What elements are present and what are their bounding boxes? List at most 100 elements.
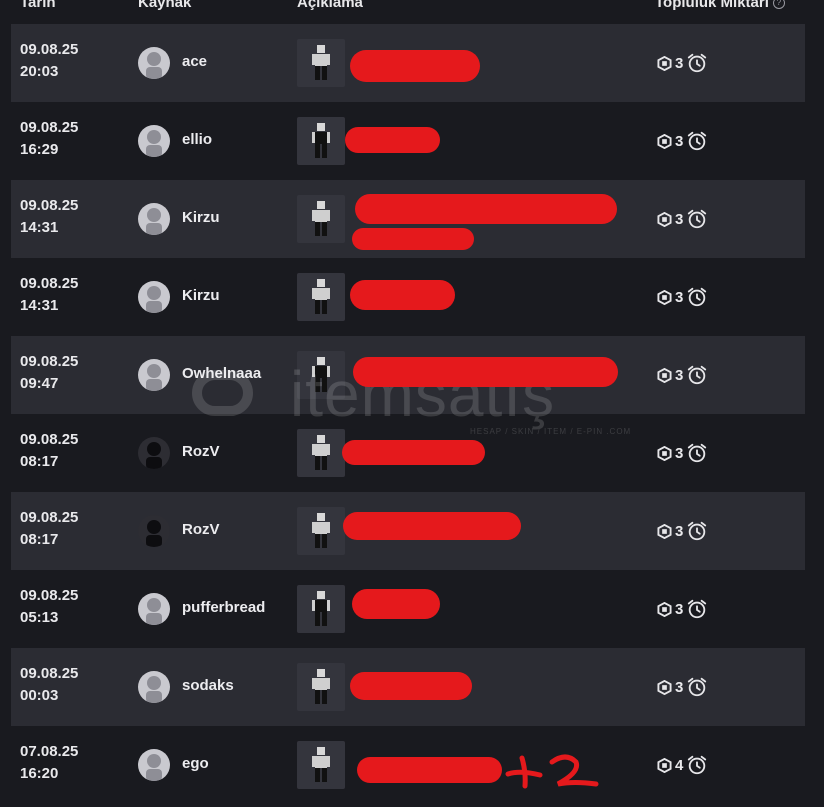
row-amount: 3 — [657, 129, 708, 153]
amount-value: 3 — [675, 366, 684, 384]
alarm-clock-icon — [688, 365, 707, 385]
amount-value: 3 — [675, 54, 684, 72]
redaction-mark — [345, 127, 440, 153]
alarm-clock-icon — [688, 287, 707, 307]
avatar-outfit-icon — [312, 669, 330, 704]
row-date-time: 16:29 — [20, 141, 59, 158]
amount-value: 3 — [675, 132, 684, 150]
row-date-day: 09.08.25 — [20, 119, 79, 136]
redaction-mark — [350, 280, 455, 310]
row-username[interactable]: RozV — [182, 443, 220, 460]
row-username[interactable]: ego — [182, 755, 209, 772]
row-amount: 3 — [657, 441, 708, 465]
avatar-outfit-icon — [312, 747, 330, 782]
row-amount: 3 — [657, 363, 708, 387]
row-username[interactable]: Owhelnaaa — [182, 365, 261, 382]
robux-icon — [657, 445, 672, 461]
row-date: 09.08.25 00:03 — [20, 663, 78, 707]
column-header-amount-label: Topluluk Miktarı — [655, 0, 769, 11]
user-avatar[interactable] — [138, 593, 170, 625]
row-date: 09.08.25 08:17 — [20, 507, 78, 551]
avatar-figure-icon — [146, 208, 162, 235]
row-date: 09.08.25 16:29 — [20, 117, 78, 161]
column-header-description: Açıklama — [297, 0, 363, 11]
robux-icon — [657, 133, 672, 149]
help-icon[interactable]: ? — [772, 0, 785, 9]
row-date-time: 16:20 — [20, 765, 59, 782]
row-date-time: 20:03 — [20, 63, 59, 80]
column-header-date: Tarih — [20, 0, 56, 11]
alarm-clock-icon — [688, 443, 707, 463]
user-avatar[interactable] — [138, 359, 170, 391]
user-avatar[interactable] — [138, 671, 170, 703]
robux-icon — [657, 289, 672, 305]
user-avatar[interactable] — [138, 515, 170, 547]
row-amount: 3 — [657, 675, 708, 699]
alarm-clock-icon — [688, 53, 707, 73]
redaction-mark — [357, 757, 502, 783]
redaction-mark — [355, 194, 617, 224]
user-avatar[interactable] — [138, 47, 170, 79]
row-date-time: 14:31 — [20, 297, 59, 314]
row-date-day: 09.08.25 — [20, 665, 79, 682]
avatar-figure-icon — [146, 286, 162, 313]
avatar-figure-icon — [146, 676, 162, 703]
alarm-clock-icon — [688, 755, 707, 775]
robux-icon — [657, 367, 672, 383]
row-date-time: 09:47 — [20, 375, 59, 392]
item-thumbnail[interactable] — [297, 585, 345, 633]
item-thumbnail[interactable] — [297, 117, 345, 165]
avatar-outfit-icon — [312, 513, 330, 548]
redaction-mark — [343, 512, 521, 540]
row-username[interactable]: Kirzu — [182, 287, 220, 304]
avatar-figure-icon — [146, 52, 162, 79]
avatar-outfit-icon — [312, 45, 330, 80]
item-thumbnail[interactable] — [297, 273, 345, 321]
row-username[interactable]: ellio — [182, 131, 212, 148]
amount-value: 3 — [675, 444, 684, 462]
row-username[interactable]: RozV — [182, 521, 220, 538]
row-date: 09.08.25 14:31 — [20, 273, 78, 317]
row-date-time: 00:03 — [20, 687, 59, 704]
user-avatar[interactable] — [138, 203, 170, 235]
item-thumbnail[interactable] — [297, 663, 345, 711]
user-avatar[interactable] — [138, 749, 170, 781]
avatar-figure-icon — [146, 364, 162, 391]
row-date-day: 09.08.25 — [20, 431, 79, 448]
item-thumbnail[interactable] — [297, 39, 345, 87]
item-thumbnail[interactable] — [297, 351, 345, 399]
alarm-clock-icon — [688, 677, 707, 697]
amount-value: 4 — [675, 756, 684, 774]
redaction-mark — [352, 589, 440, 619]
row-username[interactable]: Kirzu — [182, 209, 220, 226]
user-avatar[interactable] — [138, 437, 170, 469]
item-thumbnail[interactable] — [297, 429, 345, 477]
row-date-time: 05:13 — [20, 609, 59, 626]
item-thumbnail[interactable] — [297, 507, 345, 555]
item-thumbnail[interactable] — [297, 741, 345, 789]
row-date-time: 08:17 — [20, 531, 59, 548]
row-username[interactable]: ace — [182, 53, 207, 70]
robux-icon — [657, 757, 672, 773]
redaction-mark — [353, 357, 618, 387]
row-date-day: 07.08.25 — [20, 743, 79, 760]
user-avatar[interactable] — [138, 281, 170, 313]
row-date-day: 09.08.25 — [20, 41, 79, 58]
user-avatar[interactable] — [138, 125, 170, 157]
row-username[interactable]: pufferbread — [182, 599, 265, 616]
annotation-plus-two: +2 — [505, 754, 599, 789]
avatar-figure-icon — [146, 598, 162, 625]
row-date-time: 08:17 — [20, 453, 59, 470]
row-date: 09.08.25 20:03 — [20, 39, 78, 83]
row-amount: 3 — [657, 519, 708, 543]
alarm-clock-icon — [688, 131, 707, 151]
item-thumbnail[interactable] — [297, 195, 345, 243]
amount-value: 3 — [675, 288, 684, 306]
row-date: 09.08.25 08:17 — [20, 429, 78, 473]
redaction-mark — [342, 440, 485, 465]
row-date-day: 09.08.25 — [20, 275, 79, 292]
robux-icon — [657, 55, 672, 71]
redaction-mark — [350, 672, 472, 700]
table-header: Tarih Kaynak Açıklama Topluluk Miktarı? — [0, 0, 824, 24]
row-username[interactable]: sodaks — [182, 677, 234, 694]
